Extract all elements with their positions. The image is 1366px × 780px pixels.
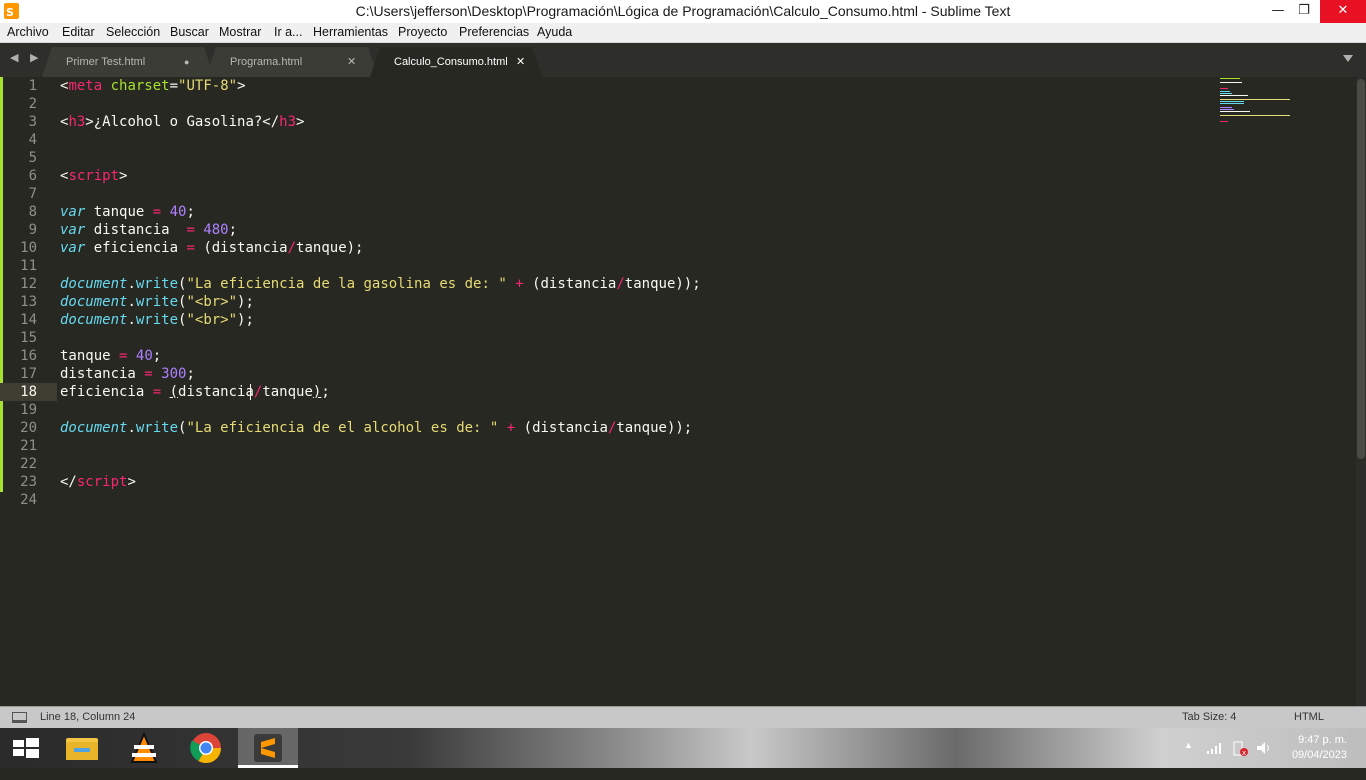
- line-number: 14: [20, 312, 37, 328]
- chrome-icon: [190, 733, 221, 764]
- code-line: <meta charset="UTF-8">: [60, 78, 246, 94]
- tab-size-indicator[interactable]: Tab Size: 4: [1182, 711, 1236, 723]
- code-line: document.write("<br>");: [60, 312, 254, 328]
- line-number: 13: [20, 294, 37, 310]
- window-titlebar: S C:\Users\jefferson\Desktop\Programació…: [0, 0, 1366, 23]
- line-number: 16: [20, 348, 37, 364]
- clock-date: 09/04/2023: [1291, 749, 1347, 761]
- menu-mostrar[interactable]: Mostrar: [219, 25, 261, 39]
- code-editor[interactable]: 1 2 3 4 5 6 7 8 9 10 11 12 13 14 15 16 17 18 19 20 21 22 23 24 …: [0, 77, 1366, 706]
- menu-proyecto[interactable]: Proyecto: [398, 25, 447, 39]
- show-hidden-icons-icon[interactable]: ▲: [1184, 740, 1193, 780]
- sublime-text-button[interactable]: [238, 728, 298, 768]
- line-number: 3: [28, 114, 37, 130]
- line-number: 7: [28, 186, 37, 202]
- code-line: eficiencia = (distancia/tanque);: [60, 384, 330, 400]
- line-number: 19: [20, 402, 37, 418]
- line-number: 1: [28, 78, 37, 94]
- cursor-position: Line 18, Column 24: [40, 711, 136, 723]
- vlc-icon: [130, 731, 158, 763]
- line-number: 24: [20, 492, 37, 508]
- close-button[interactable]: ✕: [1320, 0, 1366, 23]
- tab-dropdown-icon[interactable]: [1343, 55, 1353, 62]
- line-number: 8: [28, 204, 37, 220]
- line-number: 2: [28, 96, 37, 112]
- close-tab-icon[interactable]: ✕: [347, 55, 356, 68]
- windows-logo-icon: [13, 738, 39, 758]
- code-line: tanque = 40;: [60, 348, 162, 364]
- code-line: </script>: [60, 474, 136, 490]
- menu-bar: Archivo Editar Selección Buscar Mostrar …: [0, 23, 1366, 43]
- status-bar: Line 18, Column 24 Tab Size: 4 HTML: [0, 706, 1366, 728]
- file-explorer-button[interactable]: [52, 728, 112, 768]
- minimap[interactable]: [1218, 77, 1358, 137]
- text-caret: [250, 384, 251, 400]
- line-number: 22: [20, 456, 37, 472]
- line-number: 20: [20, 420, 37, 436]
- tab-label: Calculo_Consumo.html: [394, 56, 508, 68]
- tab-calculo-consumo[interactable]: Calculo_Consumo.html ✕: [370, 47, 542, 77]
- folder-icon: [66, 738, 98, 760]
- menu-buscar[interactable]: Buscar: [170, 25, 209, 39]
- line-number: 9: [28, 222, 37, 238]
- code-line: distancia = 300;: [60, 366, 195, 382]
- menu-herramientas[interactable]: Herramientas: [313, 25, 388, 39]
- menu-ayuda[interactable]: Ayuda: [537, 25, 572, 39]
- tab-label: Programa.html: [230, 56, 303, 68]
- line-number: 4: [28, 132, 37, 148]
- network-icon[interactable]: [1206, 740, 1224, 780]
- vertical-scrollbar[interactable]: [1356, 77, 1366, 706]
- tab-nav-arrows-icon[interactable]: ◀ ▶: [10, 51, 42, 64]
- code-line: <h3>¿Alcohol o Gasolina?</h3>: [60, 114, 305, 130]
- line-number: 6: [28, 168, 37, 184]
- menu-ir-a[interactable]: Ir a...: [274, 25, 302, 39]
- clock[interactable]: 9:47 p. m. 09/04/2023: [1287, 734, 1347, 774]
- menu-archivo[interactable]: Archivo: [7, 25, 49, 39]
- unsaved-dot-icon[interactable]: ●: [184, 57, 189, 67]
- line-number: 10: [20, 240, 37, 256]
- menu-preferencias[interactable]: Preferencias: [459, 25, 529, 39]
- battery-warning-icon[interactable]: x: [1231, 739, 1249, 779]
- line-number: 5: [28, 150, 37, 166]
- code-line: document.write("<br>");: [60, 294, 254, 310]
- vlc-button[interactable]: [114, 728, 174, 768]
- chrome-button[interactable]: [176, 728, 236, 768]
- menu-editar[interactable]: Editar: [62, 25, 95, 39]
- line-number: 12: [20, 276, 37, 292]
- code-line: var tanque = 40;: [60, 204, 195, 220]
- volume-icon[interactable]: [1255, 739, 1273, 779]
- close-tab-icon[interactable]: ✕: [516, 55, 525, 68]
- line-number: 18: [20, 384, 37, 400]
- line-number: 11: [20, 258, 37, 274]
- code-line: var distancia = 480;: [60, 222, 238, 238]
- line-number: 15: [20, 330, 37, 346]
- taskbar: ▲ x 9:47 p. m. 09/04/2023: [0, 728, 1366, 768]
- svg-text:x: x: [1242, 749, 1246, 757]
- tab-programa[interactable]: Programa.html ✕: [206, 47, 378, 77]
- tab-primer-test[interactable]: Primer Test.html ●: [42, 47, 214, 77]
- panel-toggle-icon[interactable]: [12, 712, 27, 723]
- line-number: 21: [20, 438, 37, 454]
- line-number: 23: [20, 474, 37, 490]
- sublime-icon: [254, 734, 282, 762]
- code-line: var eficiencia = (distancia/tanque);: [60, 240, 364, 256]
- tab-bar: ◀ ▶ Primer Test.html ● Programa.html ✕ C…: [0, 43, 1366, 77]
- menu-seleccion[interactable]: Selección: [106, 25, 160, 39]
- start-button[interactable]: [0, 728, 50, 768]
- scrollbar-thumb[interactable]: [1357, 79, 1365, 459]
- code-line: document.write("La eficiencia de el alco…: [60, 420, 693, 436]
- syntax-indicator[interactable]: HTML: [1294, 711, 1324, 723]
- clock-time: 9:47 p. m.: [1298, 734, 1347, 746]
- code-line: <script>: [60, 168, 128, 184]
- window-title: C:\Users\jefferson\Desktop\Programación\…: [355, 3, 1011, 19]
- code-line: document.write("La eficiencia de la gaso…: [60, 276, 701, 292]
- line-number: 17: [20, 366, 37, 382]
- tab-label: Primer Test.html: [66, 56, 146, 68]
